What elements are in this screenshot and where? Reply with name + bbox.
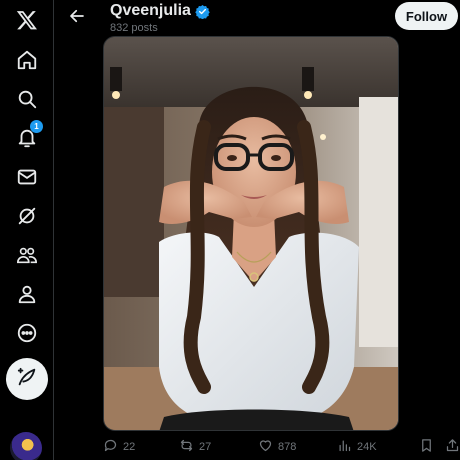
- post-actions: 22 27 878 24K: [103, 438, 460, 460]
- post-count: 832 posts: [110, 22, 158, 34]
- sidebar-nav: 1: [0, 0, 54, 460]
- notifications-icon[interactable]: 1: [7, 118, 47, 158]
- views-button[interactable]: 24K: [337, 438, 377, 456]
- x-logo-icon[interactable]: [7, 0, 47, 40]
- profile-name: Qveenjulia: [110, 2, 210, 20]
- media-photo[interactable]: [103, 36, 399, 431]
- home-icon[interactable]: [7, 40, 47, 80]
- compose-post-button[interactable]: [6, 358, 48, 400]
- reply-icon: [103, 438, 118, 456]
- follow-button[interactable]: Follow: [395, 2, 458, 30]
- profile-header: Qveenjulia 832 posts Follow: [55, 0, 460, 38]
- repost-count: 27: [199, 441, 212, 453]
- share-icon: [445, 438, 460, 456]
- like-count: 878: [278, 441, 297, 453]
- like-button[interactable]: 878: [258, 438, 296, 456]
- heart-icon: [258, 438, 273, 456]
- account-avatar[interactable]: [10, 432, 42, 460]
- repost-icon: [179, 438, 194, 456]
- profile-icon[interactable]: [7, 274, 47, 314]
- messages-icon[interactable]: [7, 157, 47, 197]
- bookmark-button[interactable]: [419, 438, 434, 456]
- back-button[interactable]: [63, 4, 91, 32]
- share-button[interactable]: [445, 438, 460, 456]
- repost-button[interactable]: 27: [179, 438, 211, 456]
- reply-button[interactable]: 22: [103, 438, 135, 456]
- communities-icon[interactable]: [7, 235, 47, 275]
- back-arrow-icon: [68, 7, 86, 30]
- views-chart-icon: [337, 438, 352, 456]
- more-icon[interactable]: [7, 313, 47, 353]
- views-count: 24K: [357, 441, 377, 453]
- reply-count: 22: [123, 441, 136, 453]
- explore-icon[interactable]: [7, 79, 47, 119]
- compose-feather-icon: [16, 366, 38, 393]
- profile-name-text: Qveenjulia: [110, 2, 191, 19]
- notification-badge: 1: [30, 120, 43, 133]
- verified-badge-icon: [195, 4, 210, 19]
- grok-icon[interactable]: [7, 196, 47, 236]
- bookmark-icon: [419, 438, 434, 456]
